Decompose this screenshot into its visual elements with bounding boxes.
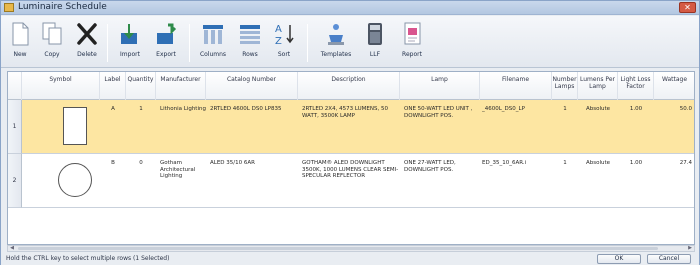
horizontal-scrollbar[interactable]: ◀ ▶ [7,245,695,252]
svg-text:Z: Z [275,36,282,47]
svg-text:A: A [275,24,282,35]
rows-icon [240,25,260,44]
sort-az-icon: AZ [275,24,294,47]
report-label: Report [402,51,422,58]
column-header-number-lamps[interactable]: Number Lamps [552,72,578,100]
table-header: Symbol Label Quantity Manufacturer Catal… [8,72,694,100]
toolbar: New Copy Delete Import Export Columns Ro… [1,16,699,68]
close-button[interactable]: ✕ [679,2,696,13]
delete-label: Delete [77,51,97,58]
toolbar-separator [189,24,190,62]
templates-button[interactable]: Templates [317,19,355,65]
app-icon [4,3,14,12]
cell-lumens-per-lamp: Absolute [585,106,611,112]
columns-label: Columns [199,51,227,58]
table-row[interactable]: B 0 Gotham Architectural Lighting ALED 3… [22,154,694,208]
export-label: Export [156,51,176,58]
rows-button[interactable]: Rows [235,19,265,65]
status-bar: Hold the CTRL key to select multiple row… [1,253,699,265]
title-bar[interactable]: Luminaire Schedule ✕ [1,1,699,15]
cell-quantity: 0 [139,160,143,166]
table-row[interactable]: A 1 Lithonia Lighting 2RTLED 4600L DS0 L… [22,100,694,154]
llf-label: LLF [369,51,381,58]
cell-quantity: 1 [139,106,143,112]
columns-icon [203,25,223,44]
cancel-button[interactable]: Cancel [647,254,691,264]
cell-lamp: ONE 50-WATT LED UNIT , DOWNLIGHT POS. [404,106,473,119]
import-label: Import [120,51,140,58]
cell-wattage: 50.0 [679,106,692,112]
copy-icon [42,22,62,45]
column-header-light-loss-factor[interactable]: Light Loss Factor [618,72,654,100]
scroll-right-icon[interactable]: ▶ [686,246,694,251]
cell-lumens-per-lamp: Absolute [585,160,611,166]
scroll-left-icon[interactable]: ◀ [8,246,16,251]
templates-label: Templates [320,51,352,58]
cell-description: GOTHAM® ALED DOWNLIGHT 3500K, 1000 LUMEN… [302,160,399,179]
cell-number-lamps: 1 [563,160,567,166]
templates-lamp-icon [328,24,344,45]
column-header-quantity[interactable]: Quantity [126,72,156,100]
cell-wattage: 27.4 [679,160,692,166]
cell-light-loss-factor: 1.00 [629,106,643,112]
row-number[interactable]: 2 [8,154,22,208]
sort-button[interactable]: AZ Sort [269,19,299,65]
new-button[interactable]: New [7,19,33,65]
status-text: Hold the CTRL key to select multiple row… [6,255,170,262]
cell-lamp: ONE 27-WATT LED, DOWNLIGHT POS. [404,160,456,173]
cell-manufacturer: Gotham Architectural Lighting [160,160,196,179]
row-number[interactable]: 1 [8,100,22,154]
cell-light-loss-factor: 1.00 [629,160,643,166]
corner-cell [8,72,22,100]
import-icon [121,24,137,44]
column-header-description[interactable]: Description [298,72,400,100]
report-icon [404,22,421,45]
column-header-manufacturer[interactable]: Manufacturer [156,72,206,100]
column-header-label[interactable]: Label [100,72,126,100]
cell-description: 2RTLED 2X4, 4573 LUMENS, 50 WATT, 3500K … [302,106,388,119]
ok-button[interactable]: OK [597,254,641,264]
calculator-icon [368,23,382,45]
cell-label: B [111,160,115,166]
circle-symbol-icon [58,163,92,197]
sort-label: Sort [277,51,291,58]
cell-filename: _4600L_DS0_LP [482,106,525,112]
columns-button[interactable]: Columns [197,19,229,65]
column-header-catalog-number[interactable]: Catalog Number [206,72,298,100]
column-header-lamp[interactable]: Lamp [400,72,480,100]
cell-catalog-number: ALED 35/10 6AR [210,160,255,166]
copy-label: Copy [44,51,60,58]
cell-label: A [111,106,115,112]
delete-button[interactable]: Delete [73,19,101,65]
rows-label: Rows [242,51,258,58]
llf-button[interactable]: LLF [361,19,389,65]
new-label: New [13,51,27,58]
copy-button[interactable]: Copy [39,19,65,65]
column-header-wattage[interactable]: Wattage [654,72,694,100]
luminaire-table[interactable]: Symbol Label Quantity Manufacturer Catal… [7,71,695,245]
cell-catalog-number: 2RTLED 4600L DS0 LP835 [210,106,282,112]
luminaire-schedule-window: Luminaire Schedule ✕ New Copy Delete Imp… [0,0,700,265]
column-header-lumens-per-lamp[interactable]: Lumens Per Lamp [578,72,618,100]
cell-manufacturer: Lithonia Lighting [160,106,206,112]
toolbar-separator [107,24,108,62]
column-header-filename[interactable]: Filename [480,72,552,100]
cell-filename: ED_35_10_6AR.i [482,160,527,166]
cell-number-lamps: 1 [563,106,567,112]
export-icon [157,23,177,44]
toolbar-separator [307,24,308,62]
report-button[interactable]: Report [397,19,427,65]
column-header-symbol[interactable]: Symbol [22,72,100,100]
window-title: Luminaire Schedule [18,2,107,12]
export-button[interactable]: Export [151,19,181,65]
rectangle-symbol-icon [63,107,87,145]
scrollbar-thumb[interactable] [18,247,658,250]
import-button[interactable]: Import [115,19,145,65]
new-document-icon [12,22,29,46]
delete-x-icon [77,23,97,45]
